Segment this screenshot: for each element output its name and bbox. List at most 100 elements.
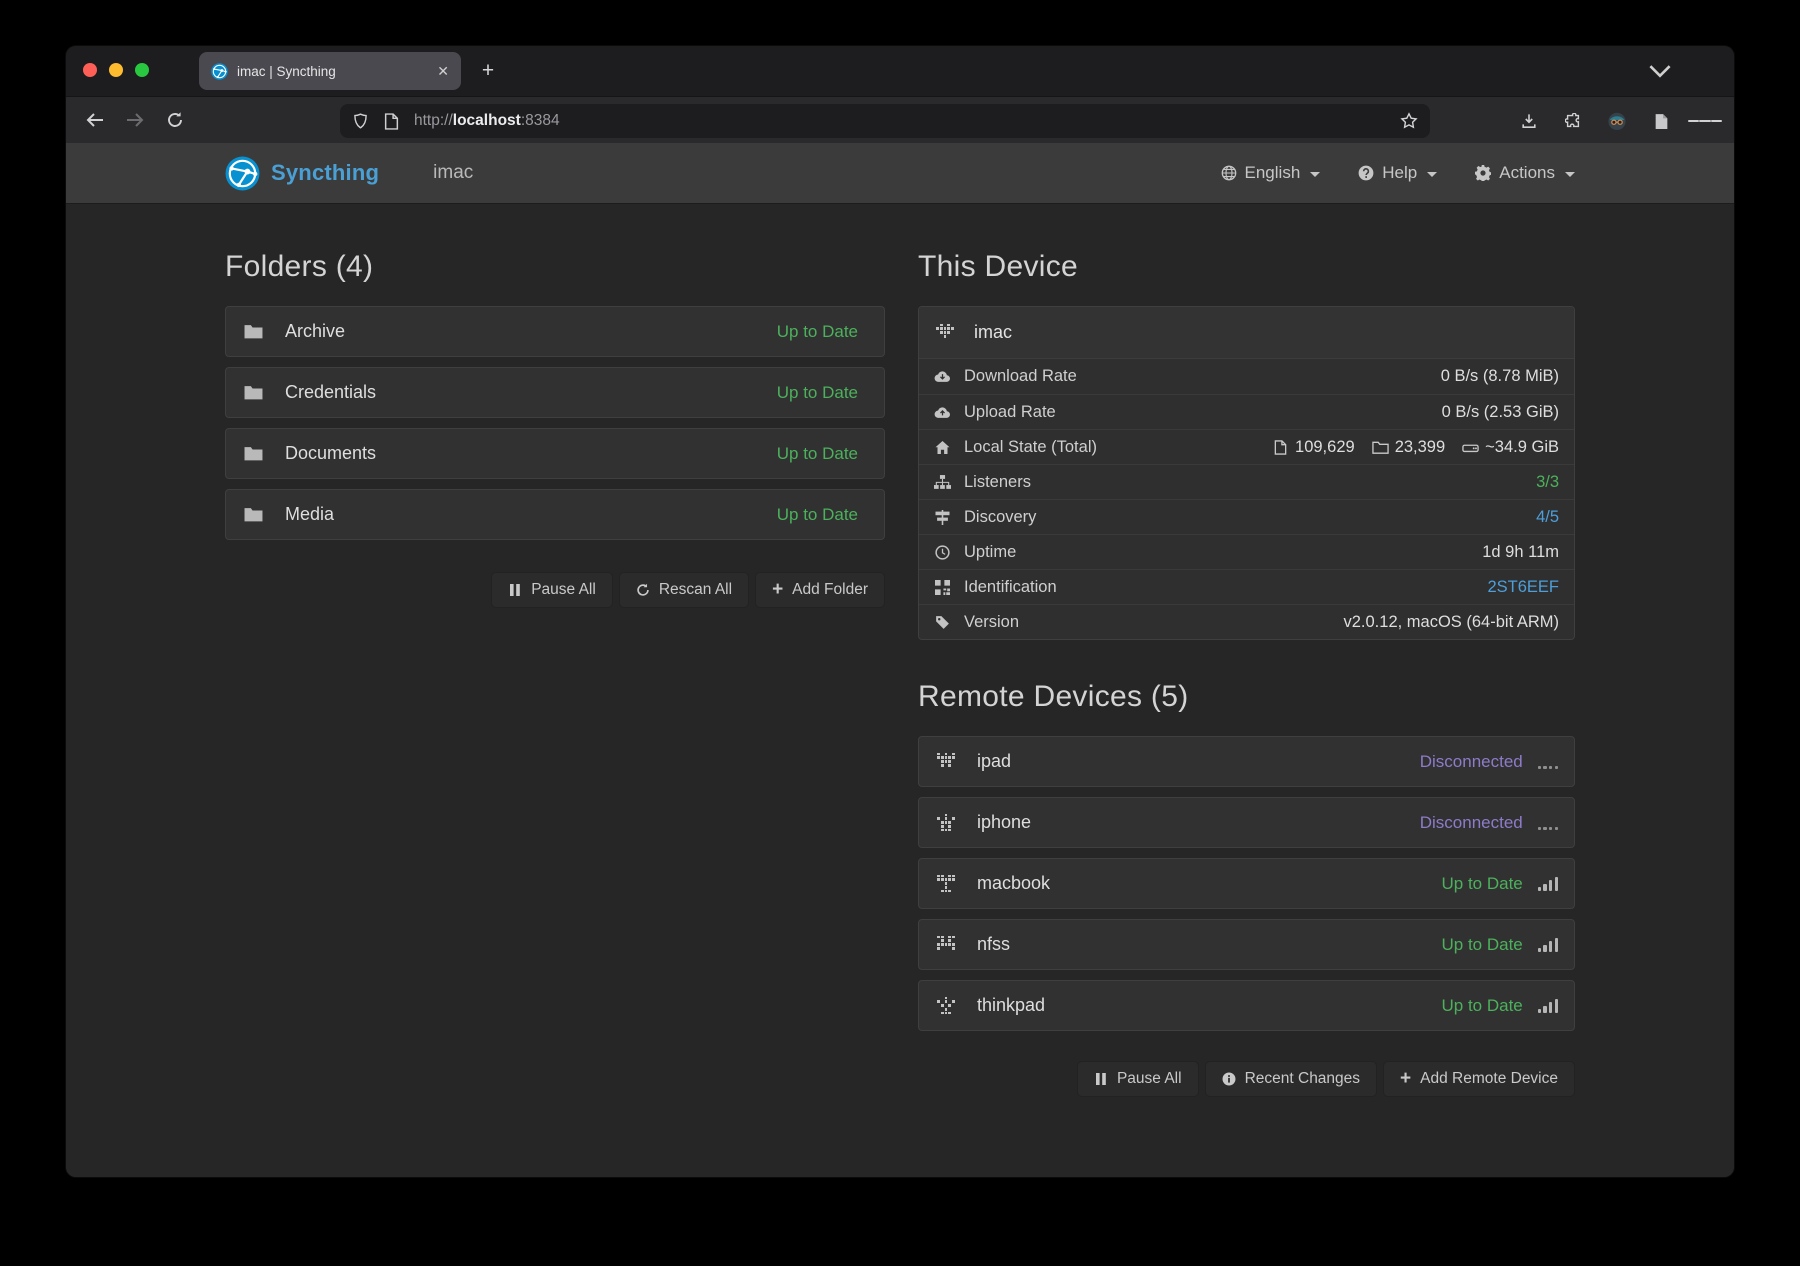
- window-controls: [83, 63, 149, 77]
- chevron-down-icon: [1565, 172, 1575, 177]
- device-name: imac: [974, 322, 1012, 343]
- device-row-macbook[interactable]: macbook Up to Date: [918, 858, 1575, 909]
- dirs-count: 23,399: [1395, 438, 1445, 457]
- remote-devices-heading: Remote Devices (5): [918, 680, 1575, 714]
- plus-icon: +: [1400, 1069, 1411, 1088]
- device-row-iphone[interactable]: iphone Disconnected: [918, 797, 1575, 848]
- folder-status: Up to Date: [777, 505, 858, 525]
- folder-status: Up to Date: [777, 383, 858, 403]
- chevron-down-icon: [1427, 172, 1437, 177]
- device-status: Disconnected: [1420, 813, 1523, 833]
- help-menu-label: Help: [1382, 163, 1417, 183]
- stat-value: 0 B/s (8.78 MiB): [1441, 367, 1559, 386]
- page-info-icon[interactable]: [383, 113, 400, 130]
- device-row-thinkpad[interactable]: thinkpad Up to Date: [918, 980, 1575, 1031]
- file-icon: [1272, 440, 1289, 455]
- folder-row-credentials[interactable]: Credentials Up to Date: [225, 367, 885, 418]
- cloud-download-icon: [934, 369, 951, 384]
- files-count: 109,629: [1295, 438, 1355, 457]
- qrcode-icon: [934, 580, 951, 595]
- add-folder-button[interactable]: + Add Folder: [755, 572, 885, 608]
- sitemap-icon: [934, 475, 951, 490]
- reader-sidebar-button[interactable]: [1644, 104, 1678, 138]
- stat-label: Identification: [964, 578, 1057, 597]
- device-row-nfss[interactable]: nfss Up to Date: [918, 919, 1575, 970]
- stat-label: Uptime: [964, 543, 1016, 562]
- signal-strength-icon: [1538, 755, 1558, 769]
- syncthing-logo-icon: [225, 156, 260, 191]
- tab-close-icon[interactable]: ✕: [437, 63, 449, 80]
- back-button[interactable]: [78, 104, 112, 136]
- shield-icon[interactable]: [352, 113, 369, 130]
- device-status: Up to Date: [1441, 874, 1522, 894]
- stat-value[interactable]: 4/5: [1536, 508, 1559, 527]
- globe-icon: [1221, 165, 1237, 181]
- folder-row-archive[interactable]: Archive Up to Date: [225, 306, 885, 357]
- button-label: Pause All: [531, 581, 596, 599]
- signal-strength-icon: [1538, 816, 1558, 830]
- close-window-button[interactable]: [83, 63, 97, 77]
- tab-title: imac | Syncthing: [237, 64, 429, 79]
- folder-name: Archive: [285, 321, 345, 342]
- account-avatar[interactable]: [1600, 104, 1634, 138]
- button-label: Pause All: [1117, 1070, 1182, 1088]
- downloads-button[interactable]: [1512, 104, 1546, 138]
- device-id-link[interactable]: 2ST6EEF: [1487, 578, 1559, 597]
- folder-status: Up to Date: [777, 444, 858, 464]
- url-text[interactable]: http://localhost:8384: [414, 112, 560, 130]
- button-label: Rescan All: [659, 581, 732, 599]
- device-identicon: [937, 997, 955, 1015]
- signpost-icon: [934, 510, 951, 525]
- folder-outline-icon: [1372, 440, 1389, 455]
- language-menu[interactable]: English: [1221, 163, 1321, 183]
- stat-label: Local State (Total): [964, 438, 1097, 457]
- stat-uptime: Uptime 1d 9h 11m: [919, 534, 1574, 569]
- url-host: localhost: [453, 112, 521, 129]
- device-name: iphone: [977, 812, 1031, 833]
- device-row-ipad[interactable]: ipad Disconnected: [918, 736, 1575, 787]
- folder-name: Documents: [285, 443, 376, 464]
- question-circle-icon: [1358, 165, 1374, 181]
- syncthing-favicon: [211, 63, 228, 80]
- actions-menu[interactable]: Actions: [1475, 163, 1575, 183]
- device-status: Up to Date: [1441, 996, 1522, 1016]
- folder-name: Credentials: [285, 382, 376, 403]
- tab-list-chevron-icon[interactable]: [1648, 60, 1672, 82]
- pause-all-devices-button[interactable]: Pause All: [1077, 1061, 1199, 1097]
- zoom-window-button[interactable]: [135, 63, 149, 77]
- bookmark-star-icon[interactable]: [1400, 112, 1418, 130]
- pause-icon: [1094, 1072, 1108, 1086]
- this-device-heading: This Device: [918, 250, 1575, 284]
- add-remote-device-button[interactable]: + Add Remote Device: [1383, 1061, 1575, 1097]
- folder-row-documents[interactable]: Documents Up to Date: [225, 428, 885, 479]
- address-bar[interactable]: http://localhost:8384: [340, 104, 1430, 138]
- cloud-upload-icon: [934, 405, 951, 420]
- browser-tab[interactable]: imac | Syncthing ✕: [199, 52, 461, 90]
- browser-toolbar: http://localhost:8384: [66, 96, 1734, 143]
- pause-all-folders-button[interactable]: Pause All: [491, 572, 613, 608]
- folder-row-media[interactable]: Media Up to Date: [225, 489, 885, 540]
- device-identicon: [937, 753, 955, 771]
- this-device-row[interactable]: imac: [919, 307, 1574, 359]
- menu-hamburger-button[interactable]: [1688, 104, 1722, 138]
- stat-label: Discovery: [964, 508, 1036, 527]
- device-identicon: [937, 936, 955, 954]
- minimize-window-button[interactable]: [109, 63, 123, 77]
- home-icon: [934, 440, 951, 455]
- forward-button[interactable]: [118, 104, 152, 136]
- new-tab-button[interactable]: +: [474, 58, 502, 86]
- syncthing-header: Syncthing imac English Help: [66, 143, 1734, 204]
- device-name: ipad: [977, 751, 1011, 772]
- button-label: Recent Changes: [1245, 1070, 1360, 1088]
- help-menu[interactable]: Help: [1358, 163, 1437, 183]
- folder-name: Media: [285, 504, 334, 525]
- reload-button[interactable]: [158, 104, 192, 136]
- stat-upload-rate: Upload Rate 0 B/s (2.53 GiB): [919, 394, 1574, 429]
- syncthing-page: Syncthing imac English Help: [66, 143, 1734, 1177]
- button-label: Add Folder: [792, 581, 868, 599]
- extensions-button[interactable]: [1556, 104, 1590, 138]
- brand-name: Syncthing: [271, 160, 379, 186]
- recent-changes-button[interactable]: Recent Changes: [1205, 1061, 1377, 1097]
- stat-value: 1d 9h 11m: [1482, 543, 1559, 562]
- rescan-all-button[interactable]: Rescan All: [619, 572, 749, 608]
